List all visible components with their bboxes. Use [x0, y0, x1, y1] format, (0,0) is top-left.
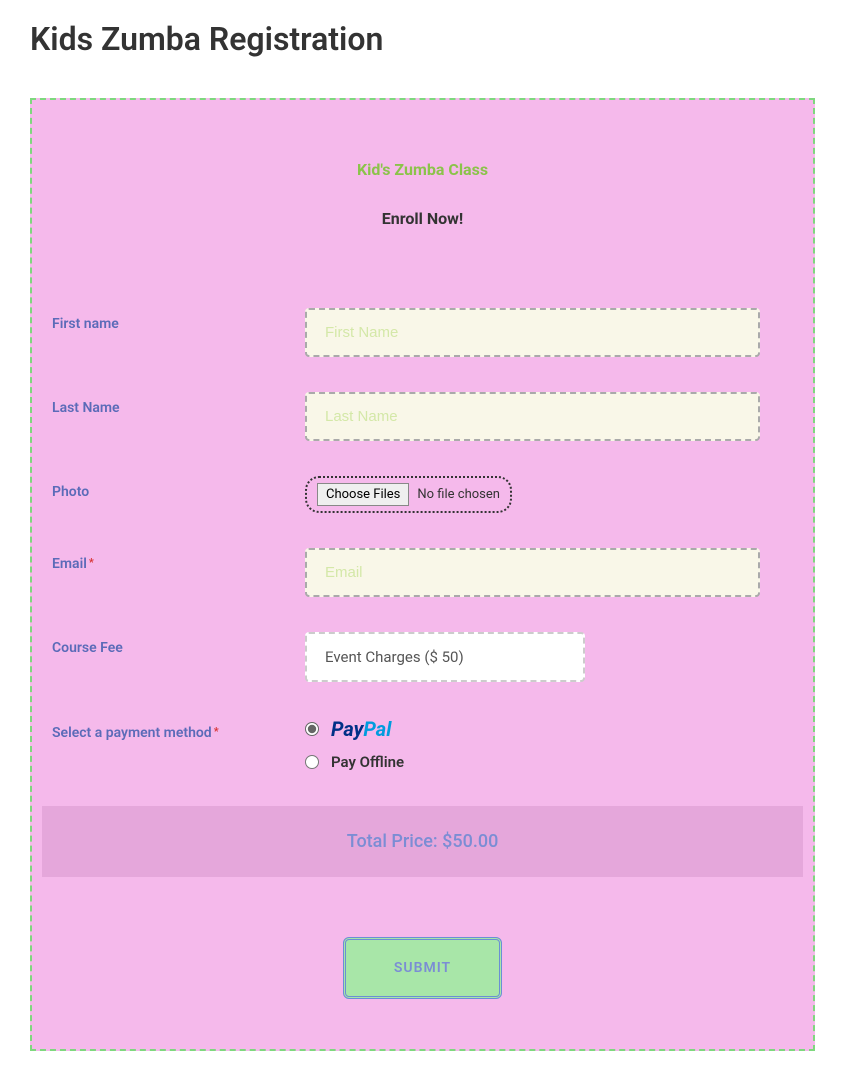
- first-name-input[interactable]: [305, 308, 760, 357]
- email-row: Email: [47, 548, 798, 597]
- total-price-amount: $50.00: [442, 831, 498, 852]
- first-name-row: First name: [47, 308, 798, 357]
- choose-files-button[interactable]: Choose Files: [317, 483, 409, 506]
- pay-offline-label: Pay Offline: [331, 753, 404, 771]
- registration-form: Kid's Zumba Class Enroll Now! First name…: [30, 98, 815, 1051]
- payment-option-offline[interactable]: Pay Offline: [305, 753, 793, 771]
- course-fee-label: Course Fee: [52, 632, 305, 656]
- form-subtitle: Enroll Now!: [47, 209, 798, 228]
- form-title: Kid's Zumba Class: [47, 160, 798, 179]
- total-price-label: Total Price:: [347, 831, 438, 852]
- last-name-row: Last Name: [47, 392, 798, 441]
- form-header: Kid's Zumba Class Enroll Now!: [47, 160, 798, 228]
- first-name-label: First name: [52, 308, 305, 332]
- course-fee-select[interactable]: Event Charges ($ 50): [305, 632, 585, 682]
- submit-wrapper: SUBMIT: [47, 937, 798, 999]
- paypal-text-pal: Pal: [363, 717, 391, 741]
- total-price-text: Total Price: $50.00: [347, 831, 499, 852]
- submit-button[interactable]: SUBMIT: [343, 937, 502, 999]
- photo-label: Photo: [52, 476, 305, 500]
- paypal-text-pay: Pay: [331, 717, 363, 741]
- page-title: Kids Zumba Registration: [30, 20, 815, 58]
- paypal-logo: PayPal: [331, 717, 391, 741]
- photo-file-input[interactable]: Choose Files No file chosen: [305, 476, 512, 513]
- offline-radio[interactable]: [305, 755, 319, 769]
- photo-row: Photo Choose Files No file chosen: [47, 476, 798, 513]
- course-fee-row: Course Fee Event Charges ($ 50): [47, 632, 798, 682]
- total-price-bar: Total Price: $50.00: [42, 806, 803, 877]
- file-status-text: No file chosen: [417, 487, 500, 502]
- payment-option-paypal[interactable]: PayPal: [305, 717, 793, 741]
- last-name-input[interactable]: [305, 392, 760, 441]
- paypal-radio[interactable]: [305, 722, 319, 736]
- payment-method-label: Select a payment method: [52, 717, 305, 741]
- email-label: Email: [52, 548, 305, 572]
- last-name-label: Last Name: [52, 392, 305, 416]
- payment-options: PayPal Pay Offline: [305, 717, 793, 771]
- email-input[interactable]: [305, 548, 760, 597]
- payment-method-row: Select a payment method PayPal Pay Offli…: [47, 717, 798, 771]
